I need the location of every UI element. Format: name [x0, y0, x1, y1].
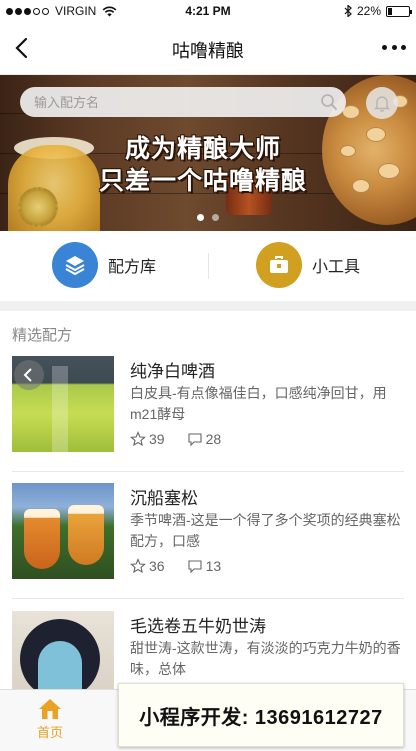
banner-headline-2: 只差一个咕噜精酿	[98, 167, 307, 195]
nav-bar: 咕噜精酿	[0, 22, 416, 75]
battery-level-fill	[388, 7, 393, 15]
recipe-title: 纯净白啤酒	[130, 362, 215, 381]
star-count-value: 39	[149, 431, 165, 447]
chevron-left-icon[interactable]	[14, 360, 44, 390]
comment-icon	[188, 560, 202, 574]
star-icon	[130, 431, 146, 447]
section-title: 精选配方	[12, 327, 73, 344]
recipe-thumbnail	[12, 483, 114, 579]
promo-overlay[interactable]: 小程序开发: 13691612727	[118, 683, 404, 747]
recipe-description: 甜世涛-这款世涛，有淡淡的巧克力牛奶的香味，总体	[130, 640, 401, 677]
comment-count-value: 28	[205, 431, 222, 447]
comment-count[interactable]: 13	[187, 558, 222, 574]
tools-label: 小工具	[312, 259, 361, 276]
status-right: 22%	[344, 4, 412, 18]
recipe-library-entry[interactable]: 配方库	[52, 242, 156, 288]
recipe-stats: 36 13	[130, 558, 243, 574]
battery-percent: 22%	[356, 4, 381, 18]
search-bar[interactable]	[20, 87, 346, 117]
star-count[interactable]: 36	[130, 558, 165, 574]
bluetooth-icon	[344, 5, 352, 17]
page-title: 咕噜精酿	[172, 41, 244, 61]
toolbox-icon	[256, 242, 302, 288]
recipe-title: 毛选卷五牛奶世涛	[130, 617, 266, 636]
star-count[interactable]: 39	[130, 431, 165, 447]
recipe-description: 季节啤酒-这是一个得了多个奖项的经典塞松配方，口感	[130, 512, 401, 549]
tab-home-label: 首页	[36, 725, 63, 740]
home-icon	[39, 699, 61, 719]
star-icon	[130, 558, 146, 574]
recipe-stats: 39 28	[130, 431, 243, 447]
tab-home[interactable]: 首页	[24, 698, 76, 741]
search-icon[interactable]	[320, 93, 338, 111]
search-input[interactable]	[34, 93, 304, 111]
quick-divider	[208, 253, 209, 279]
recipe-item[interactable]: 沉船塞松 季节啤酒-这是一个得了多个奖项的经典塞松配方，口感 36 13	[0, 472, 416, 599]
bottle-cap-decoration	[18, 187, 58, 227]
comment-count[interactable]: 28	[187, 431, 222, 447]
quick-entries: 配方库 小工具	[0, 231, 416, 301]
recipe-library-label: 配方库	[108, 259, 157, 276]
carousel-indicator	[0, 214, 416, 221]
more-button[interactable]	[382, 35, 406, 59]
banner-headline-1: 成为精酿大师	[124, 135, 281, 163]
status-bar: VIRGIN 4:21 PM 22%	[0, 0, 416, 22]
promo-banner[interactable]: 成为精酿大师 只差一个咕噜精酿	[0, 75, 416, 231]
recipe-title: 沉船塞松	[130, 489, 198, 508]
bell-icon	[373, 96, 391, 112]
notification-button[interactable]	[366, 87, 398, 119]
battery-icon	[386, 5, 412, 17]
carousel-dot-2[interactable]	[212, 214, 219, 221]
recipe-thumbnail	[12, 356, 114, 452]
layers-icon	[52, 242, 98, 288]
promo-text: 小程序开发: 13691612727	[139, 706, 383, 729]
carousel-dot-1[interactable]	[197, 214, 204, 221]
recipe-item[interactable]: 纯净白啤酒 白皮具-有点像福佳白，口感纯净回甘，用m21酵母 39 28	[0, 345, 416, 472]
comment-count-value: 13	[205, 558, 222, 574]
tools-entry[interactable]: 小工具	[256, 242, 360, 288]
section-gap	[0, 301, 416, 311]
comment-icon	[188, 433, 202, 447]
recipe-description: 白皮具-有点像福佳白，口感纯净回甘，用m21酵母	[130, 385, 387, 422]
star-count-value: 36	[149, 558, 165, 574]
